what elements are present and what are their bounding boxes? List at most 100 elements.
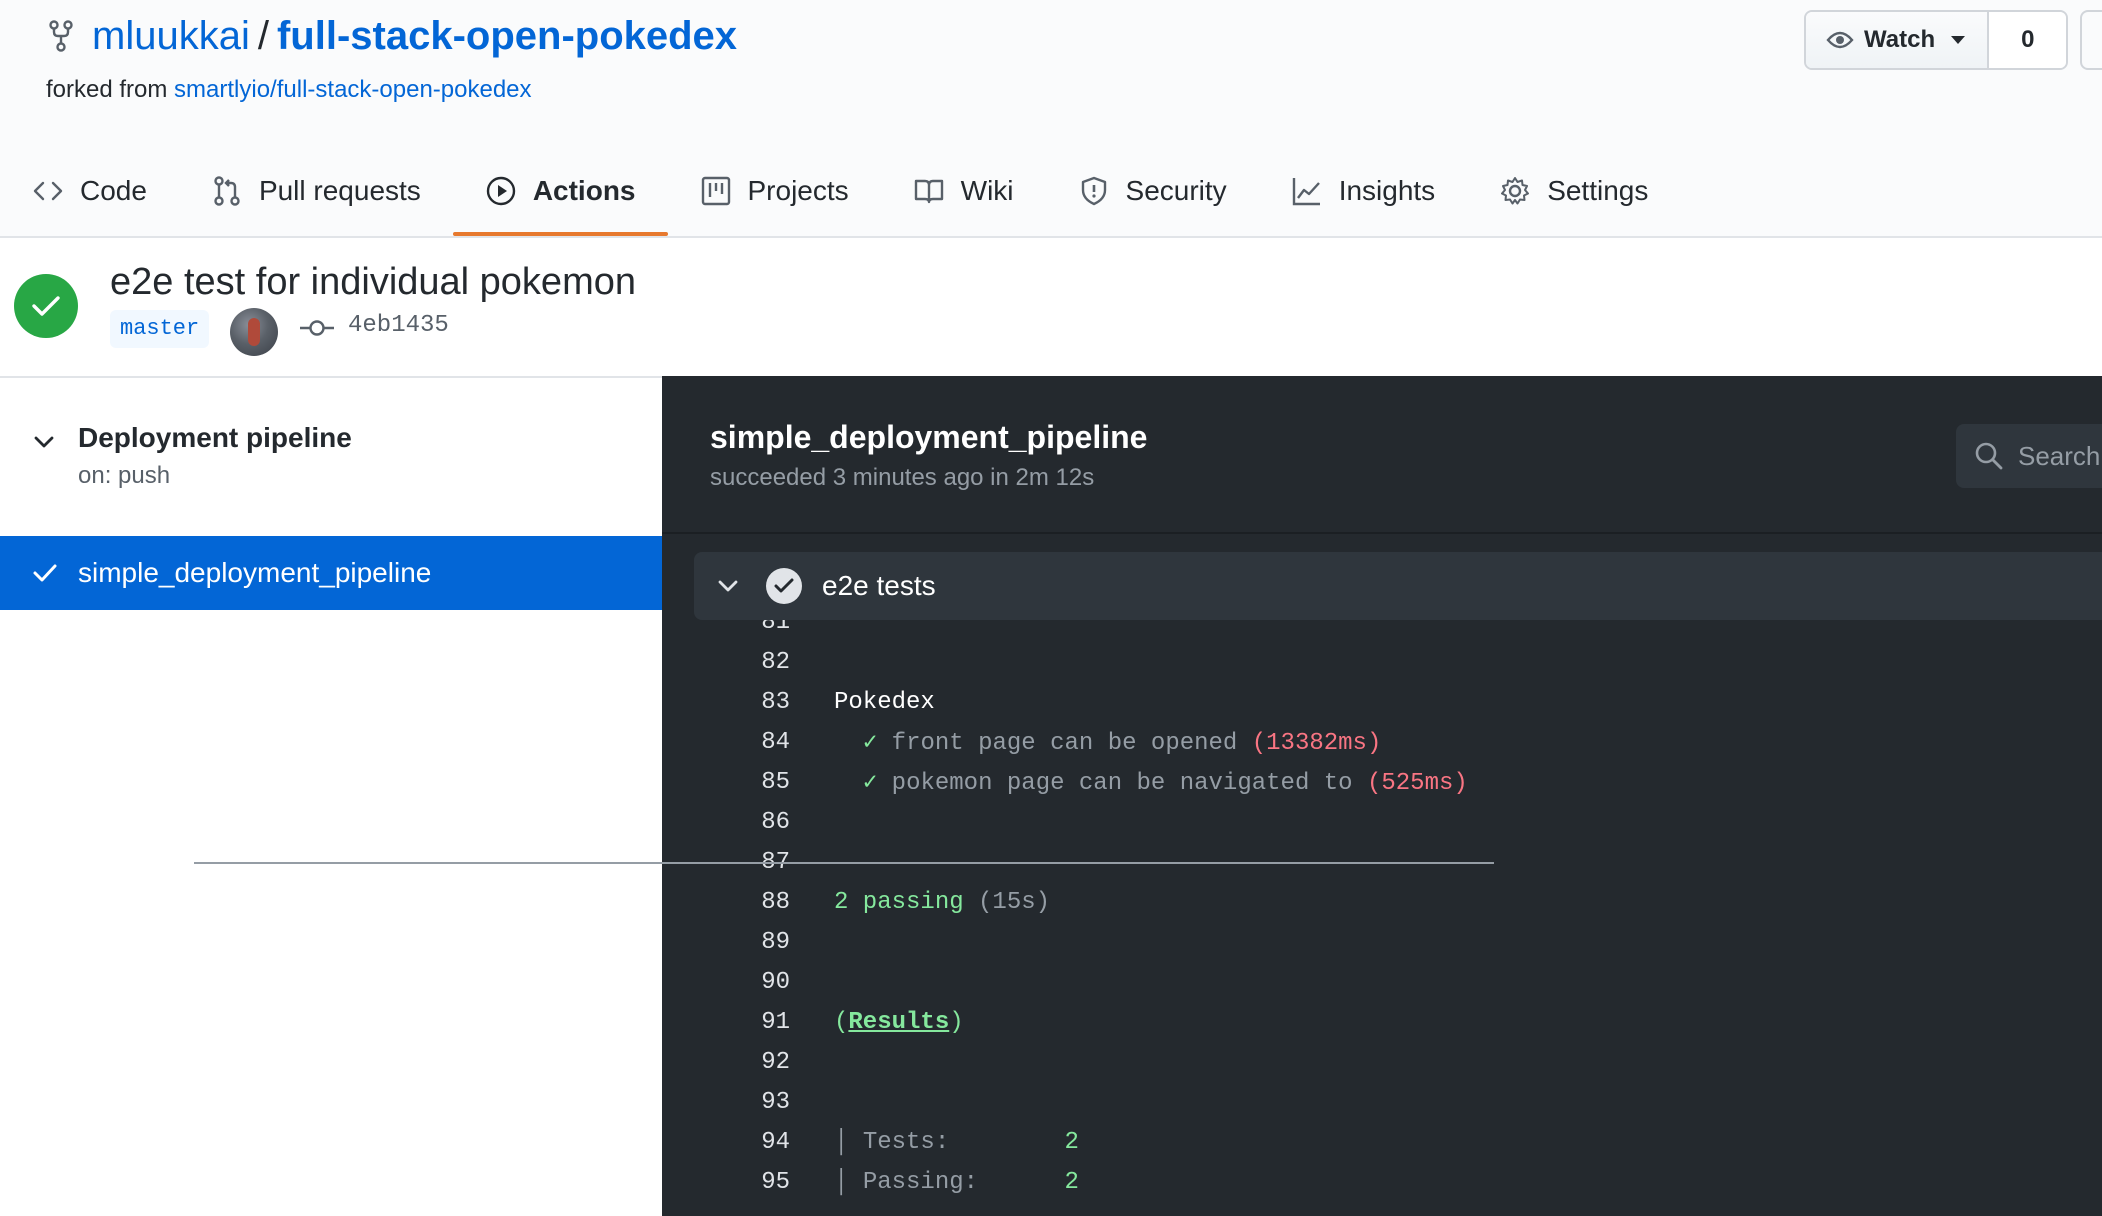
tab-code[interactable]: Code — [0, 148, 179, 234]
run-success-icon — [14, 274, 78, 338]
tab-label: Settings — [1547, 175, 1649, 206]
sidebar-item-simple-deployment-pipeline[interactable]: simple_deployment_pipeline — [0, 536, 662, 610]
log-line: 95 │ Passing: 2 — [662, 1162, 2102, 1202]
log-line: 81 — [662, 620, 2102, 642]
log-line: 84 ✓ front page can be opened (13382ms) — [662, 722, 2102, 762]
test-duration: (525ms) — [1366, 770, 1468, 797]
fork-icon — [49, 20, 73, 52]
tab-wiki[interactable]: Wiki — [881, 148, 1046, 234]
log-line: 94 │ Tests: 2 — [662, 1122, 2102, 1162]
tab-projects[interactable]: Projects — [668, 148, 881, 234]
branch-label[interactable]: master — [110, 310, 210, 348]
line-number[interactable]: 81 — [662, 620, 790, 636]
test-duration: (13382ms) — [1251, 730, 1382, 757]
line-number[interactable]: 95 — [662, 1169, 790, 1196]
tab-label: Insights — [1338, 175, 1436, 206]
job-title: simple_deployment_pipeline — [710, 419, 1148, 455]
workflow-sidebar: Deployment pipeline on: push simple_depl… — [0, 378, 662, 1216]
repo-title: mluukkai / full-stack-open-pokedex — [92, 10, 737, 62]
caret-down-icon — [1951, 36, 1966, 44]
line-number[interactable]: 85 — [662, 769, 790, 796]
tests-value: 2 — [1064, 1128, 1079, 1156]
results-paren: ( — [834, 1008, 849, 1036]
sidebar-item-label: simple_deployment_pipeline — [78, 557, 432, 588]
tab-security[interactable]: Security — [1046, 148, 1259, 234]
workflow-name[interactable]: Deployment pipeline — [78, 420, 352, 456]
box-bar: │ — [834, 1128, 849, 1156]
log-line: 91 (Results) — [662, 1002, 2102, 1042]
line-number[interactable]: 83 — [662, 689, 790, 716]
tab-settings[interactable]: Settings — [1467, 148, 1680, 234]
test-name: pokemon page can be navigated to — [891, 770, 1353, 797]
log-line: 88 2 passing (15s) — [662, 882, 2102, 922]
forked-from-link[interactable]: smartlyio/full-stack-open-pokedex — [174, 76, 531, 103]
job-log-panel: simple_deployment_pipeline succeeded 3 m… — [662, 376, 2102, 1216]
line-number[interactable]: 82 — [662, 649, 790, 676]
pull-request-icon — [214, 176, 240, 206]
log-line: 86 — [662, 802, 2102, 842]
forked-from: forked from smartlyio/full-stack-open-po… — [46, 74, 532, 106]
log-search-input[interactable] — [2016, 439, 2102, 473]
watch-count[interactable]: 0 — [1989, 12, 2067, 68]
run-title: e2e test for individual pokemon — [110, 261, 636, 303]
repo-tabs: Code Pull requests Actions Projects Wiki… — [0, 148, 1680, 236]
tab-label: Code — [80, 175, 147, 206]
watch-control: Watch 0 — [1804, 10, 2069, 70]
line-number[interactable]: 86 — [662, 809, 790, 836]
log-line: 93 — [662, 1082, 2102, 1122]
line-number[interactable]: 91 — [662, 1009, 790, 1036]
chevron-down-icon[interactable] — [32, 430, 56, 454]
line-number[interactable]: 93 — [662, 1089, 790, 1116]
step-e2e-tests[interactable]: e2e tests — [694, 552, 2102, 620]
tab-label: Pull requests — [258, 175, 421, 206]
line-number[interactable]: 89 — [662, 929, 790, 956]
star-button[interactable] — [2080, 10, 2102, 70]
step-success-icon — [766, 568, 802, 604]
line-number[interactable]: 84 — [662, 729, 790, 756]
graph-icon — [1292, 178, 1320, 206]
check-mark: ✓ — [862, 730, 878, 757]
repo-name-link[interactable]: full-stack-open-pokedex — [277, 14, 737, 58]
watch-label: Watch — [1864, 26, 1936, 53]
log-line: 83 Pokedex — [662, 682, 2102, 722]
passing-label: Passing: — [862, 1168, 979, 1196]
line-number[interactable]: 92 — [662, 1049, 790, 1076]
log-search[interactable] — [1956, 424, 2102, 488]
line-number[interactable]: 94 — [662, 1129, 790, 1156]
commit-icon — [300, 320, 334, 336]
project-icon — [701, 176, 730, 206]
check-mark: ✓ — [862, 770, 878, 797]
tab-insights[interactable]: Insights — [1259, 148, 1468, 234]
workflow-trigger: on: push — [78, 462, 171, 489]
log-line: 92 — [662, 1042, 2102, 1082]
log-line: 89 — [662, 922, 2102, 962]
passing-duration: (15s) — [978, 888, 1051, 916]
suite-name: Pokedex — [834, 688, 935, 716]
chevron-down-icon[interactable] — [716, 574, 740, 598]
repo-separator: / — [257, 14, 269, 58]
watch-button[interactable]: Watch — [1806, 12, 1990, 68]
commit-sha-link[interactable]: 4eb1435 — [348, 310, 449, 342]
tab-actions[interactable]: Actions — [452, 148, 668, 236]
forked-prefix: forked from — [46, 76, 175, 103]
job-status: succeeded 3 minutes ago in 2m 12s — [710, 464, 1095, 491]
line-number[interactable]: 90 — [662, 969, 790, 996]
gear-icon — [1501, 177, 1530, 205]
play-icon — [486, 176, 516, 206]
log-output: 81 82 83 Pokedex 84 ✓ front page can be … — [662, 620, 2102, 1216]
log-line: 90 — [662, 962, 2102, 1002]
tests-label: Tests: — [862, 1128, 950, 1156]
passing-value: 2 — [1064, 1168, 1079, 1196]
repo-header: mluukkai / full-stack-open-pokedex forked … — [0, 0, 2102, 238]
book-icon — [914, 179, 943, 204]
avatar[interactable] — [230, 308, 278, 356]
repo-owner-link[interactable]: mluukkai — [92, 14, 250, 58]
log-line: 85 ✓ pokemon page can be navigated to (5… — [662, 762, 2102, 802]
search-icon — [1975, 442, 2003, 470]
step-name: e2e tests — [822, 570, 936, 601]
tab-pull-requests[interactable]: Pull requests — [179, 148, 453, 234]
tab-label: Projects — [747, 175, 849, 206]
results-link[interactable]: Results — [848, 1009, 949, 1036]
test-name: front page can be opened — [891, 730, 1238, 757]
line-number[interactable]: 88 — [662, 889, 790, 916]
